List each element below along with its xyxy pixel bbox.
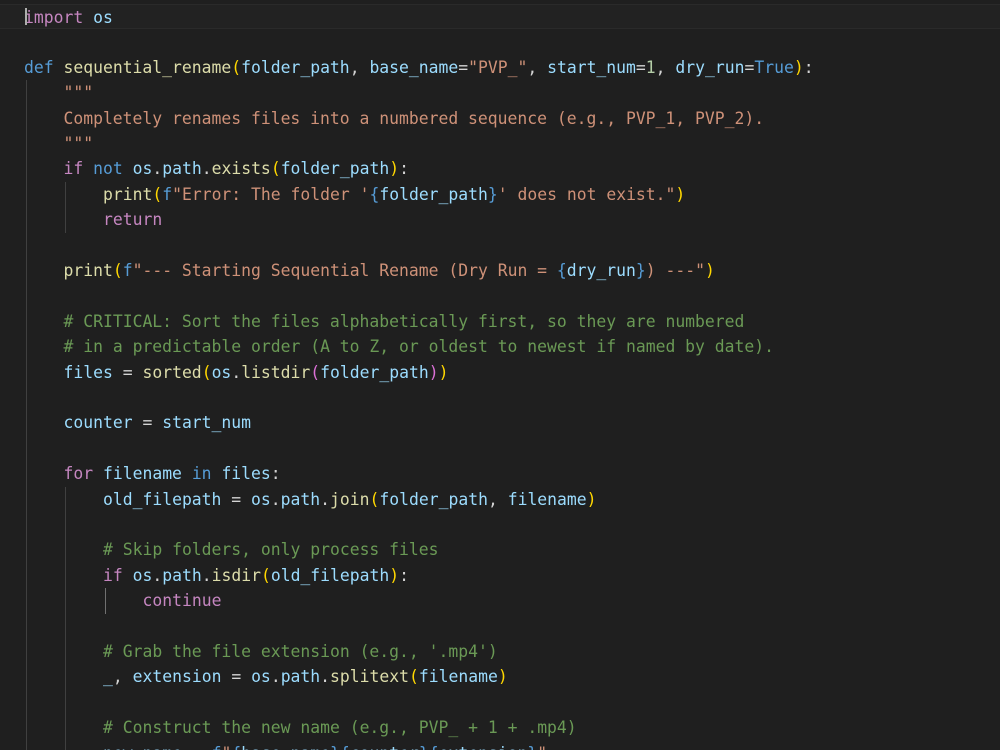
code-line[interactable] [0, 29, 1000, 54]
code-line-text: # Construct the new name (e.g., PVP_ + 1… [103, 718, 577, 738]
indent-guide [26, 80, 27, 750]
code-line-text: import os [24, 8, 113, 27]
code-line-text: Completely renames files into a numbered… [24, 108, 765, 128]
code-line[interactable]: if not os.path.exists(folder_path): [0, 156, 1000, 181]
code-line-text: _, extension = os.path.splitext(filename… [103, 667, 508, 687]
code-line-text: continue [142, 591, 222, 611]
code-line-text: old_filepath = os.path.join(folder_path,… [103, 489, 597, 509]
code-line-text: if os.path.isdir(old_filepath): [103, 565, 409, 585]
code-line[interactable]: print(f"Error: The folder '{folder_path}… [0, 182, 1000, 207]
code-line[interactable] [0, 614, 1000, 639]
code-line[interactable]: files = sorted(os.listdir(folder_path)) [0, 360, 1000, 385]
code-line[interactable] [0, 385, 1000, 410]
code-line[interactable]: # Skip folders, only process files [0, 537, 1000, 562]
code-line[interactable]: import os [0, 4, 1000, 30]
code-line[interactable]: continue [0, 588, 1000, 613]
code-line[interactable] [0, 436, 1000, 461]
code-line-text: """ [63, 83, 94, 103]
code-line[interactable]: for filename in files: [0, 461, 1000, 486]
code-line-text: for filename in files: [63, 464, 281, 484]
code-line[interactable]: # Grab the file extension (e.g., '.mp4') [0, 639, 1000, 664]
code-line-text: # CRITICAL: Sort the files alphabeticall… [63, 311, 745, 331]
code-line[interactable]: _, extension = os.path.splitext(filename… [0, 664, 1000, 689]
code-line[interactable]: new_name = f"{base_name}{counter}{extens… [0, 741, 1000, 750]
code-line[interactable]: print(f"--- Starting Sequential Rename (… [0, 258, 1000, 283]
code-line-text: def sequential_rename(folder_path, base_… [24, 57, 814, 77]
code-line[interactable]: # CRITICAL: Sort the files alphabeticall… [0, 309, 1000, 334]
code-editor[interactable]: import os def sequential_rename(folder_pa… [0, 0, 1000, 750]
code-line-text: counter = start_num [63, 413, 252, 433]
code-line-text: # in a predictable order (A to Z, or old… [63, 337, 775, 357]
indent-guide [65, 486, 67, 750]
code-line[interactable]: old_filepath = os.path.join(folder_path,… [0, 487, 1000, 512]
code-line-text: print(f"--- Starting Sequential Rename (… [63, 261, 715, 280]
code-line[interactable]: # in a predictable order (A to Z, or old… [0, 334, 1000, 359]
code-line-text: if not os.path.exists(folder_path): [63, 159, 410, 179]
code-line[interactable]: if os.path.isdir(old_filepath): [0, 563, 1000, 588]
code-line-text: new_name = f"{base_name}{counter}{extens… [24, 741, 547, 750]
code-line[interactable]: return [0, 207, 1000, 232]
code-line-text: # Grab the file extension (e.g., '.mp4') [103, 642, 498, 661]
code-line-text: """ [63, 134, 94, 153]
code-line[interactable] [0, 233, 1000, 258]
code-line-text: # Skip folders, only process files [103, 540, 439, 560]
code-line[interactable] [0, 690, 1000, 715]
text-cursor [25, 8, 27, 25]
code-line[interactable]: # Construct the new name (e.g., PVP_ + 1… [0, 715, 1000, 740]
code-line[interactable]: counter = start_num [0, 410, 1000, 435]
indent-guide [65, 181, 67, 233]
code-line-text: print(f"Error: The folder '{folder_path}… [103, 184, 686, 204]
code-line-text: files = sorted(os.listdir(folder_path)) [63, 362, 449, 382]
code-line[interactable]: Completely renames files into a numbered… [0, 106, 1000, 131]
code-line[interactable]: """ [0, 80, 1000, 105]
indent-guide [104, 588, 106, 614]
code-line[interactable]: def sequential_rename(folder_path, base_… [0, 55, 1000, 80]
code-line-text: return [103, 210, 163, 230]
code-line[interactable] [0, 283, 1000, 308]
code-line[interactable]: """ [0, 131, 1000, 156]
code-line[interactable] [0, 512, 1000, 537]
